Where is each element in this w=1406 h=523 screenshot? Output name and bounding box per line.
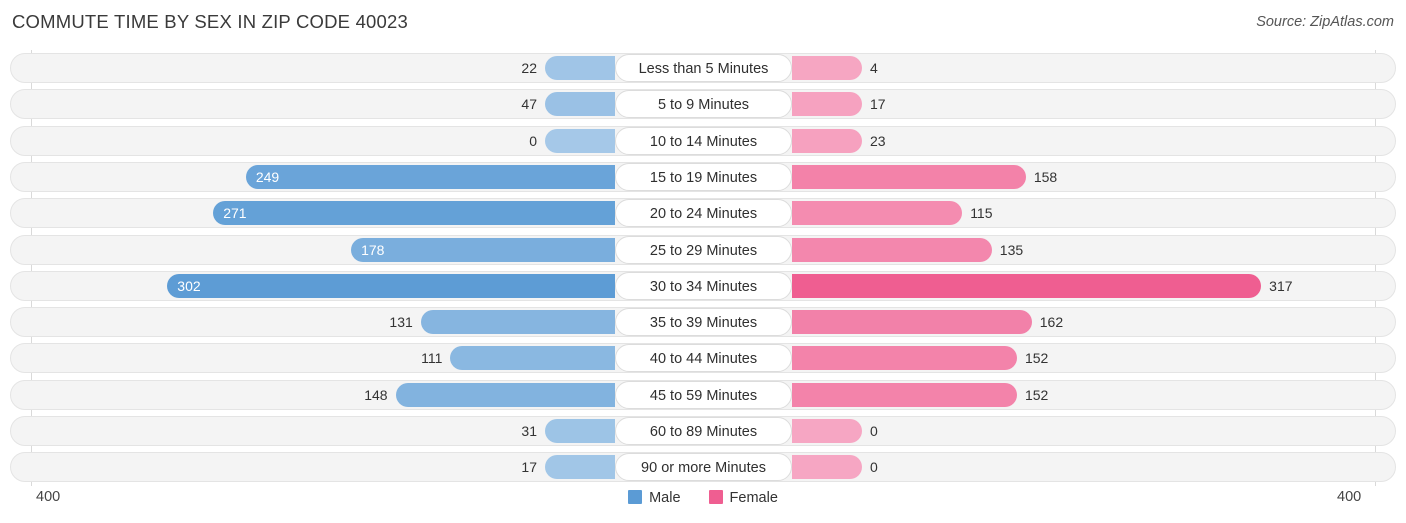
bar-female[interactable] [792,455,862,480]
value-label-female: 317 [1269,277,1293,294]
category-label: 10 to 14 Minutes [615,126,792,155]
bar-male[interactable] [351,237,615,262]
bar-male[interactable] [545,419,615,443]
bar-male[interactable] [545,128,615,153]
value-label-female: 152 [1024,386,1049,403]
bar-male[interactable] [245,164,615,189]
category-label: 40 to 44 Minutes [615,344,792,373]
page-title: COMMUTE TIME BY SEX IN ZIP CODE 40023 [12,11,409,32]
category-label: 25 to 29 Minutes [615,235,792,264]
category-label: 35 to 39 Minutes [615,308,792,337]
bar-male[interactable] [167,273,615,298]
table-row: 31 0 60 to 89 Minutes [10,416,1396,446]
category-label: 5 to 9 Minutes [615,90,792,119]
table-row: 47 17 5 to 9 Minutes [10,89,1396,120]
value-label-male: 22 [521,60,537,76]
bar-female[interactable] [792,56,862,80]
bar-female[interactable] [792,237,992,262]
category-label: 45 to 59 Minutes [615,380,792,409]
category-label: 90 or more Minutes [615,453,792,482]
chart-footer: 400 400 Male Female [0,486,1406,523]
table-row: 0 23 10 to 14 Minutes [10,125,1396,156]
bar-female[interactable] [792,346,1017,371]
bar-male[interactable] [395,382,615,407]
table-row: 111 152 40 to 44 Minutes [10,343,1396,374]
source-attribution: Source: ZipAtlas.com [1256,14,1394,30]
bar-male[interactable] [545,92,615,117]
bar-female[interactable] [792,128,862,153]
value-label-male: 31 [521,423,537,439]
value-label-female: 0 [870,423,878,439]
bar-male[interactable] [450,346,615,371]
table-row: 178 135 25 to 29 Minutes [10,234,1396,265]
legend-label: Female [729,490,778,506]
value-label-male: 0 [529,132,537,149]
legend-label: Male [649,490,681,506]
legend-swatch-icon [628,490,643,504]
bar-female[interactable] [792,310,1032,335]
value-label-female: 115 [970,205,993,222]
value-label-female: 0 [870,459,878,476]
value-label-male: 271 [223,205,247,222]
value-label-female: 152 [1024,350,1049,367]
legend-item-male[interactable]: Male [628,490,681,506]
bar-female[interactable] [792,92,862,117]
category-label: 20 to 24 Minutes [615,199,792,228]
value-label-female: 135 [999,241,1024,258]
bar-female[interactable] [792,419,862,443]
legend-item-female[interactable]: Female [708,490,778,506]
value-label-female: 17 [870,96,886,113]
value-label-female: 23 [870,132,886,149]
table-row: 249 158 15 to 19 Minutes [10,161,1396,192]
table-row: 148 152 45 to 59 Minutes [10,379,1396,410]
value-label-male: 249 [255,168,280,185]
table-row: 17 0 90 or more Minutes [10,452,1396,483]
category-label: 15 to 19 Minutes [615,162,792,191]
category-label: Less than 5 Minutes [615,54,792,82]
value-label-male: 178 [361,241,385,258]
value-label-female: 4 [870,60,878,76]
legend-swatch-icon [708,490,723,504]
category-label: 60 to 89 Minutes [615,417,792,445]
table-row: 131 162 35 to 39 Minutes [10,307,1396,338]
value-label-male: 111 [421,350,443,367]
value-label-male: 47 [521,96,537,113]
chart-plot-area: 22 4 Less than 5 Minutes 47 17 5 to 9 Minutes… [0,50,1406,486]
bar-male[interactable] [213,201,615,226]
value-label-male: 131 [389,314,413,331]
table-row: 271 115 20 to 24 Minutes [10,198,1396,229]
table-row: 22 4 Less than 5 Minutes [10,53,1396,83]
bar-male[interactable] [545,455,615,480]
table-row: 302 317 30 to 34 Minutes [10,270,1396,301]
bar-male[interactable] [545,56,615,80]
value-label-male: 17 [521,459,537,476]
chart-header: COMMUTE TIME BY SEX IN ZIP CODE 40023 So… [0,0,1406,46]
chart-legend: Male Female [0,490,1406,506]
category-label: 30 to 34 Minutes [615,271,792,300]
bar-male[interactable] [420,310,615,335]
value-label-female: 158 [1033,168,1058,185]
bar-female[interactable] [792,201,963,226]
value-label-male: 302 [177,277,201,294]
value-label-male: 148 [364,386,388,403]
bar-female[interactable] [792,382,1017,407]
value-label-female: 162 [1039,314,1064,331]
bar-female[interactable] [792,273,1262,298]
bar-female[interactable] [792,164,1026,189]
